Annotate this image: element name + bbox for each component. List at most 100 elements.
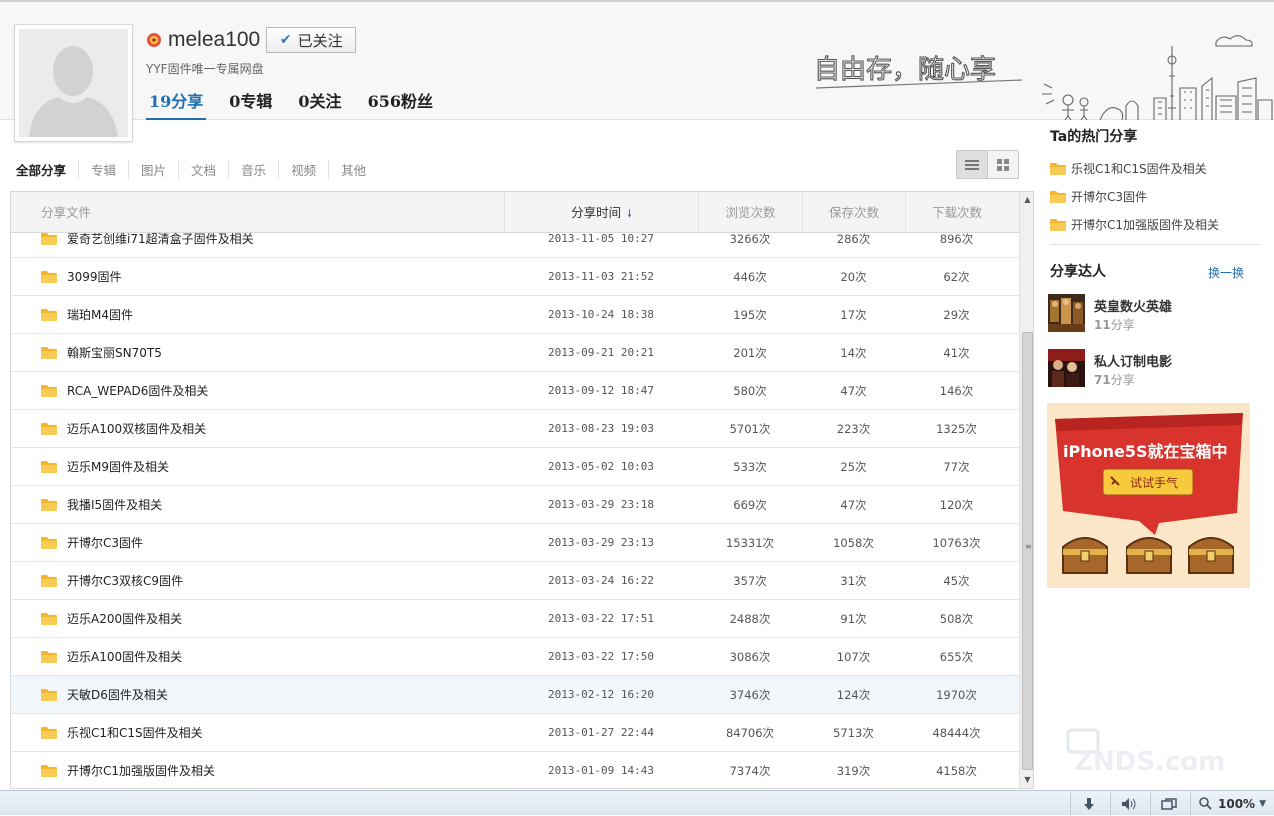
file-name-link[interactable]: 迈乐A100双核固件及相关 — [67, 420, 206, 437]
scroll-down-arrow-icon[interactable]: ▼ — [1020, 772, 1033, 788]
category-filter: 全部分享 专辑 图片 文档 音乐 视频 其他 — [10, 158, 378, 180]
file-name-link[interactable]: RCA_WEPAD6固件及相关 — [67, 382, 208, 399]
username[interactable]: melea100 — [168, 28, 260, 52]
table-row[interactable]: 翰斯宝丽SN70T5 2013-09-21 20:21 201次 14次 41次 — [11, 334, 1019, 372]
view-count: 580次 — [733, 383, 767, 398]
table-row[interactable]: 我播I5固件及相关 2013-03-29 23:18 669次 47次 120次 — [11, 486, 1019, 524]
filter-images[interactable]: 图片 — [128, 159, 178, 179]
folder-icon — [41, 461, 57, 473]
zoom-control[interactable]: 100% ▼ — [1190, 791, 1274, 816]
hot-share-item[interactable]: 开博尔C3固件 — [1050, 182, 1219, 210]
table-row[interactable]: 瑞珀M4固件 2013-10-24 18:38 195次 17次 29次 — [11, 296, 1019, 334]
stat-following[interactable]: 0关注 — [295, 86, 344, 120]
filter-documents[interactable]: 文档 — [178, 159, 228, 179]
file-name-link[interactable]: 开博尔C3双核C9固件 — [67, 572, 183, 589]
table-row[interactable]: 乐视C1和C1S固件及相关 2013-01-27 22:44 84706次 57… — [11, 714, 1019, 752]
filter-music[interactable]: 音乐 — [228, 159, 278, 179]
window-mode-button[interactable] — [1150, 791, 1186, 816]
col-header-views[interactable]: 浏览次数 — [698, 192, 802, 233]
file-name-link[interactable]: 翰斯宝丽SN70T5 — [67, 344, 162, 361]
table-row[interactable]: 迈乐A200固件及相关 2013-03-22 17:51 2488次 91次 5… — [11, 600, 1019, 638]
share-time: 2013-01-09 14:43 — [548, 764, 654, 777]
table-row[interactable]: 开博尔C3双核C9固件 2013-03-24 16:22 357次 31次 45… — [11, 562, 1019, 600]
share-time: 2013-09-21 20:21 — [548, 346, 654, 359]
download-button[interactable] — [1070, 791, 1106, 816]
scroll-thumb[interactable]: ≡ — [1022, 332, 1033, 770]
file-name-link[interactable]: 开博尔C1加强版固件及相关 — [67, 762, 215, 779]
switch-batch-link[interactable]: 换一换 — [1208, 264, 1244, 281]
view-count: 357次 — [733, 573, 767, 588]
file-name-link[interactable]: 乐视C1和C1S固件及相关 — [67, 724, 203, 741]
treasure-chest-icons — [1062, 537, 1234, 574]
talent-avatar — [1048, 349, 1085, 387]
view-count: 15331次 — [725, 535, 775, 550]
table-row[interactable]: 开博尔C3固件 2013-03-29 23:13 15331次 1058次 10… — [11, 524, 1019, 562]
filter-albums[interactable]: 专辑 — [78, 159, 128, 179]
col-header-downloads[interactable]: 下载次数 — [905, 192, 1008, 233]
table-row[interactable]: 天敏D6固件及相关 2013-02-12 16:20 3746次 124次 19… — [11, 676, 1019, 714]
file-name-link[interactable]: 迈乐A100固件及相关 — [67, 648, 182, 665]
col-header-time[interactable]: 分享时间 🠗 — [504, 192, 698, 233]
stat-albums[interactable]: 0专辑 — [226, 86, 275, 120]
folder-icon — [41, 765, 57, 777]
talent-item[interactable]: 私人订制电影 71分享 — [1048, 349, 1258, 389]
file-name-link[interactable]: 迈乐M9固件及相关 — [67, 458, 169, 475]
table-row[interactable]: 3099固件 2013-11-03 21:52 446次 20次 62次 — [11, 258, 1019, 296]
view-count: 669次 — [733, 497, 767, 512]
filter-all[interactable]: 全部分享 — [10, 160, 78, 179]
grid-view-button[interactable] — [988, 151, 1018, 178]
ad-headline: iPhone5S就在宝箱中 — [1063, 442, 1228, 461]
download-count: 1970次 — [936, 687, 977, 702]
talent-name: 私人订制电影 — [1094, 355, 1173, 370]
top-border — [0, 0, 1274, 2]
file-name-cell: 迈乐M9固件及相关 — [11, 458, 504, 475]
filter-other[interactable]: 其他 — [328, 159, 378, 179]
window-switch-icon — [1160, 797, 1177, 810]
follow-button[interactable]: ✔ 已关注 — [266, 27, 357, 53]
download-count: 10763次 — [932, 535, 981, 550]
talent-count-number: 11 — [1094, 318, 1111, 332]
avatar[interactable] — [14, 24, 133, 142]
hot-share-item[interactable]: 开博尔C1加强版固件及相关 — [1050, 210, 1219, 238]
save-count: 20次 — [840, 269, 867, 284]
col-header-time-label: 分享时间 — [571, 205, 622, 220]
filter-video[interactable]: 视频 — [278, 159, 328, 179]
file-name-link[interactable]: 天敏D6固件及相关 — [67, 686, 168, 703]
talent-name: 英皇数火英雄 — [1094, 300, 1173, 315]
view-count: 201次 — [733, 345, 767, 360]
table-scrollbar[interactable]: ▲ ≡ ▼ — [1019, 192, 1033, 788]
table-row[interactable]: 迈乐M9固件及相关 2013-05-02 10:03 533次 25次 77次 — [11, 448, 1019, 486]
table-row[interactable]: RCA_WEPAD6固件及相关 2013-09-12 18:47 580次 47… — [11, 372, 1019, 410]
file-name-cell: 乐视C1和C1S固件及相关 — [11, 724, 504, 741]
hot-shares-title: Ta的热门分享 — [1050, 129, 1138, 145]
talent-count-unit: 分享 — [1110, 373, 1135, 387]
table-row[interactable]: 迈乐A100双核固件及相关 2013-08-23 19:03 5701次 223… — [11, 410, 1019, 448]
file-name-link[interactable]: 开博尔C3固件 — [67, 534, 143, 551]
stat-shares[interactable]: 19分享 — [146, 86, 207, 120]
folder-icon — [1050, 218, 1066, 231]
save-count: 25次 — [840, 459, 867, 474]
chevron-down-icon: ▼ — [1259, 798, 1266, 809]
table-row[interactable]: 迈乐A100固件及相关 2013-03-22 17:50 3086次 107次 … — [11, 638, 1019, 676]
share-file-table: 分享文件 分享时间 🠗 浏览次数 保存次数 下载次数 爱奇艺创维i71超清盒子固件… — [10, 191, 1034, 789]
table-row[interactable]: 开博尔C1加强版固件及相关 2013-01-09 14:43 7374次 319… — [11, 752, 1019, 788]
treasure-box-ad-banner[interactable]: iPhone5S就在宝箱中 试试手气 — [1047, 403, 1250, 588]
talent-share-count: 71分享 — [1094, 371, 1135, 388]
hot-share-item[interactable]: 乐视C1和C1S固件及相关 — [1050, 154, 1219, 182]
znds-watermark: ZNDS.com — [1066, 728, 1225, 777]
volume-button[interactable] — [1110, 791, 1146, 816]
file-name-link[interactable]: 3099固件 — [67, 268, 122, 285]
file-name-link[interactable]: 瑞珀M4固件 — [67, 306, 133, 323]
talent-avatar — [1048, 294, 1085, 332]
view-count: 533次 — [733, 459, 767, 474]
file-name-link[interactable]: 迈乐A200固件及相关 — [67, 610, 182, 627]
list-view-button[interactable] — [957, 151, 988, 178]
user-stats: 19分享 0专辑 0关注 656粉丝 — [146, 86, 456, 120]
talent-item[interactable]: 英皇数火英雄 11分享 — [1048, 294, 1258, 334]
stat-fans[interactable]: 656粉丝 — [365, 86, 436, 120]
file-name-link[interactable]: 我播I5固件及相关 — [67, 496, 162, 513]
folder-icon — [1050, 190, 1066, 203]
scroll-up-arrow-icon[interactable]: ▲ — [1020, 192, 1033, 208]
col-header-saves[interactable]: 保存次数 — [802, 192, 905, 233]
file-name-cell: 迈乐A100双核固件及相关 — [11, 420, 504, 437]
